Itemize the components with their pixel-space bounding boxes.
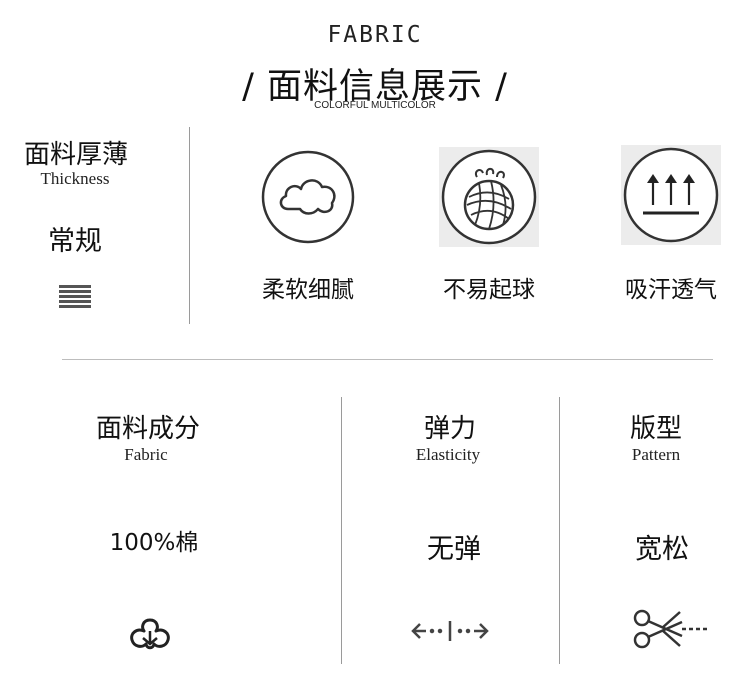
fabric-value: 100%棉 — [109, 530, 199, 556]
feature-anti-pilling — [439, 147, 539, 247]
feature-breathable — [621, 145, 721, 245]
yarn-ball-icon — [441, 149, 537, 245]
pattern-value: 宽松 — [635, 534, 689, 565]
pattern-label-cn: 版型 — [629, 414, 682, 444]
thickness-divider — [189, 127, 190, 324]
elasticity-label-en: Elasticity — [415, 445, 481, 464]
thickness-lines-icon — [59, 285, 91, 309]
feature-soft-label: 柔软细腻 — [262, 277, 354, 303]
stretch-arrows-icon — [410, 619, 490, 643]
section-divider — [62, 359, 713, 360]
elasticity-value: 无弹 — [427, 534, 481, 565]
fabric-label-cn: 面料成分 — [95, 414, 200, 444]
spec-divider-1 — [341, 397, 342, 664]
thickness-value: 常规 — [48, 226, 102, 257]
cotton-icon — [127, 614, 173, 654]
feature-breathable-label: 吸汗透气 — [625, 277, 717, 303]
spec-divider-2 — [559, 397, 560, 664]
feature-anti-pilling-label: 不易起球 — [443, 277, 535, 303]
cloud-icon — [261, 150, 355, 244]
fabric-label-en: Fabric — [124, 445, 168, 464]
elasticity-label-cn: 弹力 — [423, 414, 476, 444]
pattern-label-en: Pattern — [631, 445, 681, 464]
feature-soft — [258, 147, 358, 247]
thickness-label-cn: 面料厚薄 — [23, 140, 128, 170]
scissors-icon — [632, 606, 712, 652]
breathable-arrows-icon — [623, 147, 719, 243]
page-subtitle: COLORFUL MULTICOLOR — [314, 100, 436, 111]
thickness-label-en: Thickness — [40, 169, 110, 188]
fabric-heading: FABRIC — [327, 22, 423, 48]
